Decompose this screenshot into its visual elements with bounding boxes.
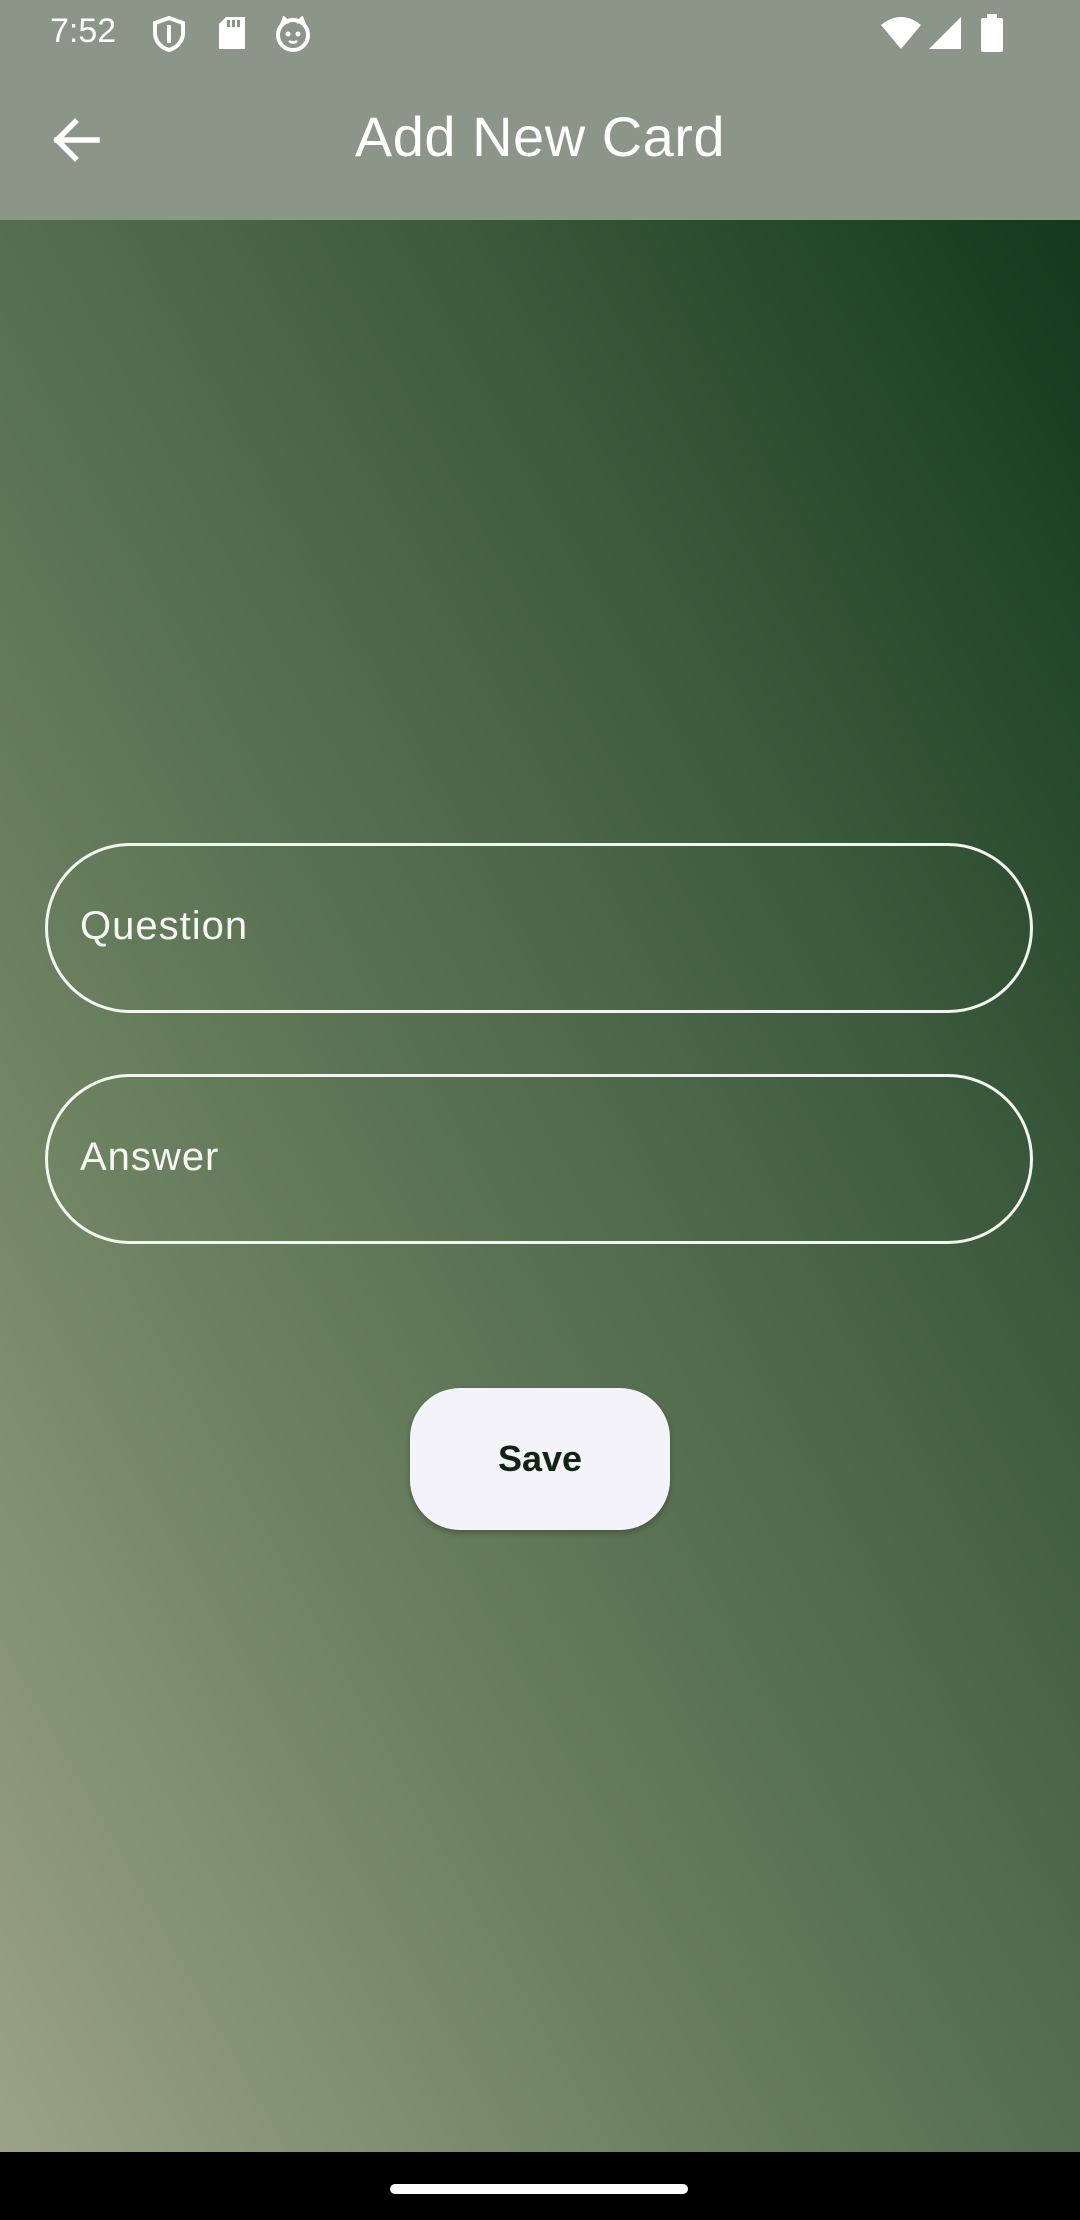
question-placeholder: Question bbox=[80, 904, 249, 948]
status-time: 7:52 bbox=[50, 12, 117, 50]
question-field[interactable]: Question bbox=[45, 843, 1033, 1013]
android-cat-icon bbox=[275, 15, 311, 57]
battery-icon bbox=[980, 14, 1004, 57]
app-bar: Add New Card bbox=[0, 64, 1080, 220]
navigation-bar bbox=[0, 2152, 1080, 2220]
answer-placeholder: Answer bbox=[80, 1135, 220, 1179]
answer-field[interactable]: Answer bbox=[45, 1074, 1033, 1244]
home-gesture-handle[interactable] bbox=[390, 2184, 688, 2194]
save-button[interactable]: Save bbox=[410, 1388, 670, 1530]
status-bar: 7:52 bbox=[0, 0, 1080, 64]
form-area: Question Answer Save bbox=[0, 220, 1080, 2152]
page-title: Add New Card bbox=[354, 105, 726, 168]
shield-icon bbox=[152, 15, 186, 57]
wifi-icon bbox=[880, 16, 922, 55]
sd-card-icon bbox=[218, 16, 246, 55]
screen: 7:52 Add New Card Question Answer Save bbox=[0, 0, 1080, 2220]
cellular-signal-icon bbox=[928, 16, 962, 55]
top-bar: 7:52 Add New Card bbox=[0, 0, 1080, 220]
